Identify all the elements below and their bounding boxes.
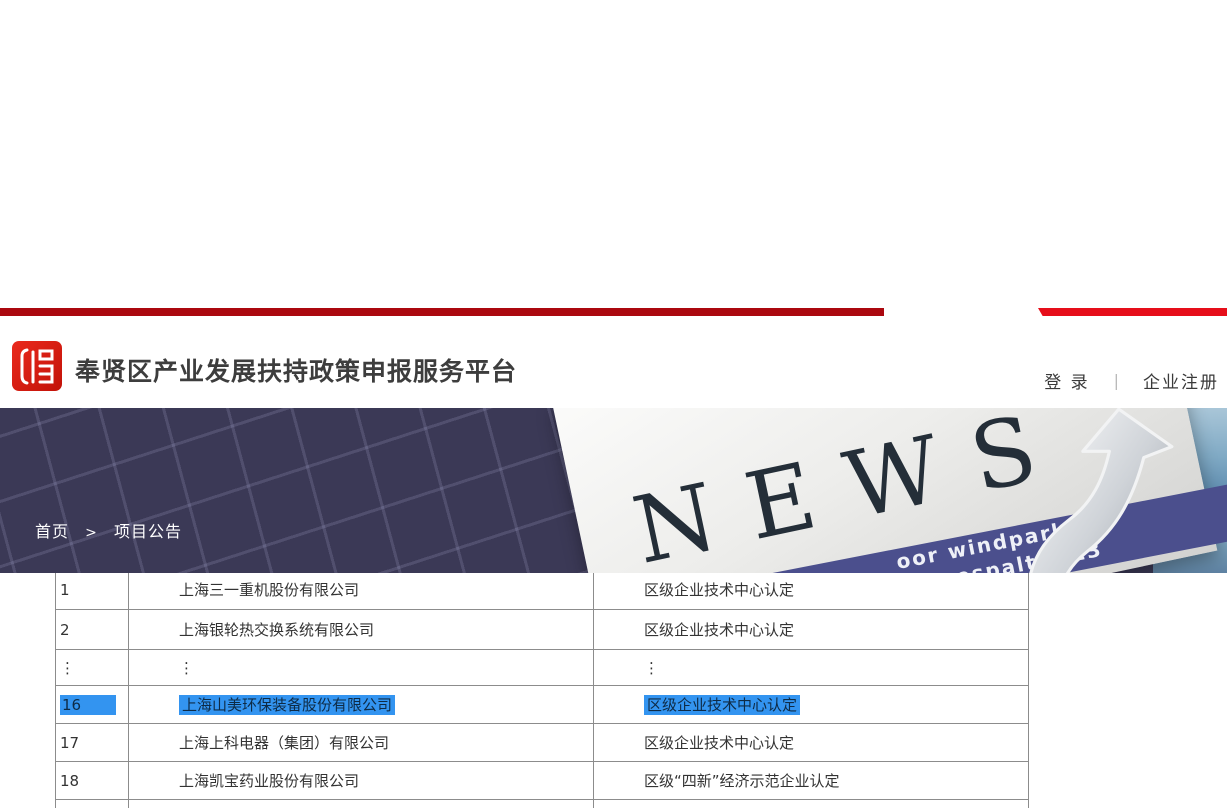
site-title: 奉贤区产业发展扶持政策申报服务平台 [75,352,517,388]
cell-policy: 区级企业技术中心认定 [594,570,1029,610]
breadcrumb-current: 项目公告 [114,522,182,541]
table-row-selected[interactable]: 16 上海山美环保装备股份有限公司 区级企业技术中心认定 [56,686,1029,724]
cell-no: ⋮ [56,650,129,686]
silver-up-arrow-icon [1015,408,1185,573]
cell-policy: 区级企业技术中心认定 [594,686,1029,724]
auth-links: 登 录 | 企业注册 [1044,368,1219,393]
cell-no [56,800,129,808]
cell-company: 上海上科电器（集团）有限公司 [129,724,594,762]
auth-divider: | [1114,371,1119,390]
red-seal-logo-icon[interactable] [12,341,62,391]
topbar-red-line [0,308,884,316]
site-header: 奉贤区产业发展扶持政策申报服务平台 登 录 | 企业注册 [0,316,1227,408]
table-ellipsis-row: ⋮ ⋮ ⋮ [56,650,1029,686]
table-row[interactable] [56,800,1029,808]
table-row[interactable]: 17 上海上科电器（集团）有限公司 区级企业技术中心认定 [56,724,1029,762]
cell-no: 1 [56,570,129,610]
cell-company [129,800,594,808]
register-link[interactable]: 企业注册 [1143,368,1219,393]
table-row[interactable]: 18 上海凯宝药业股份有限公司 区级“四新”经济示范企业认定 [56,762,1029,800]
cell-no: 16 [56,686,129,724]
selected-text: 区级企业技术中心认定 [644,695,800,715]
selected-text: 上海山美环保装备股份有限公司 [179,695,395,715]
cell-policy: 区级企业技术中心认定 [594,610,1029,650]
cell-company: 上海山美环保装备股份有限公司 [129,686,594,724]
table-row[interactable]: 1 上海三一重机股份有限公司 区级企业技术中心认定 [56,570,1029,610]
cell-company: ⋮ [129,650,594,686]
cell-no: 2 [56,610,129,650]
breadcrumb: 首页 > 项目公告 [35,518,182,542]
cell-company: 上海凯宝药业股份有限公司 [129,762,594,800]
cell-company: 上海三一重机股份有限公司 [129,570,594,610]
login-link[interactable]: 登 录 [1044,368,1089,393]
breadcrumb-separator: > [85,525,98,541]
cell-no: 18 [56,762,129,800]
selected-text: 16 [60,695,116,715]
news-banner: NEWS oor windparken weespalt p.13 首页 > 项… [0,408,1227,573]
cell-no: 17 [56,724,129,762]
table-row[interactable]: 2 上海银轮热交换系统有限公司 区级企业技术中心认定 [56,610,1029,650]
cell-company: 上海银轮热交换系统有限公司 [129,610,594,650]
cell-policy [594,800,1029,808]
cell-policy: 区级“四新”经济示范企业认定 [594,762,1029,800]
cell-policy: ⋮ [594,650,1029,686]
cell-policy: 区级企业技术中心认定 [594,724,1029,762]
breadcrumb-home-link[interactable]: 首页 [35,522,69,541]
